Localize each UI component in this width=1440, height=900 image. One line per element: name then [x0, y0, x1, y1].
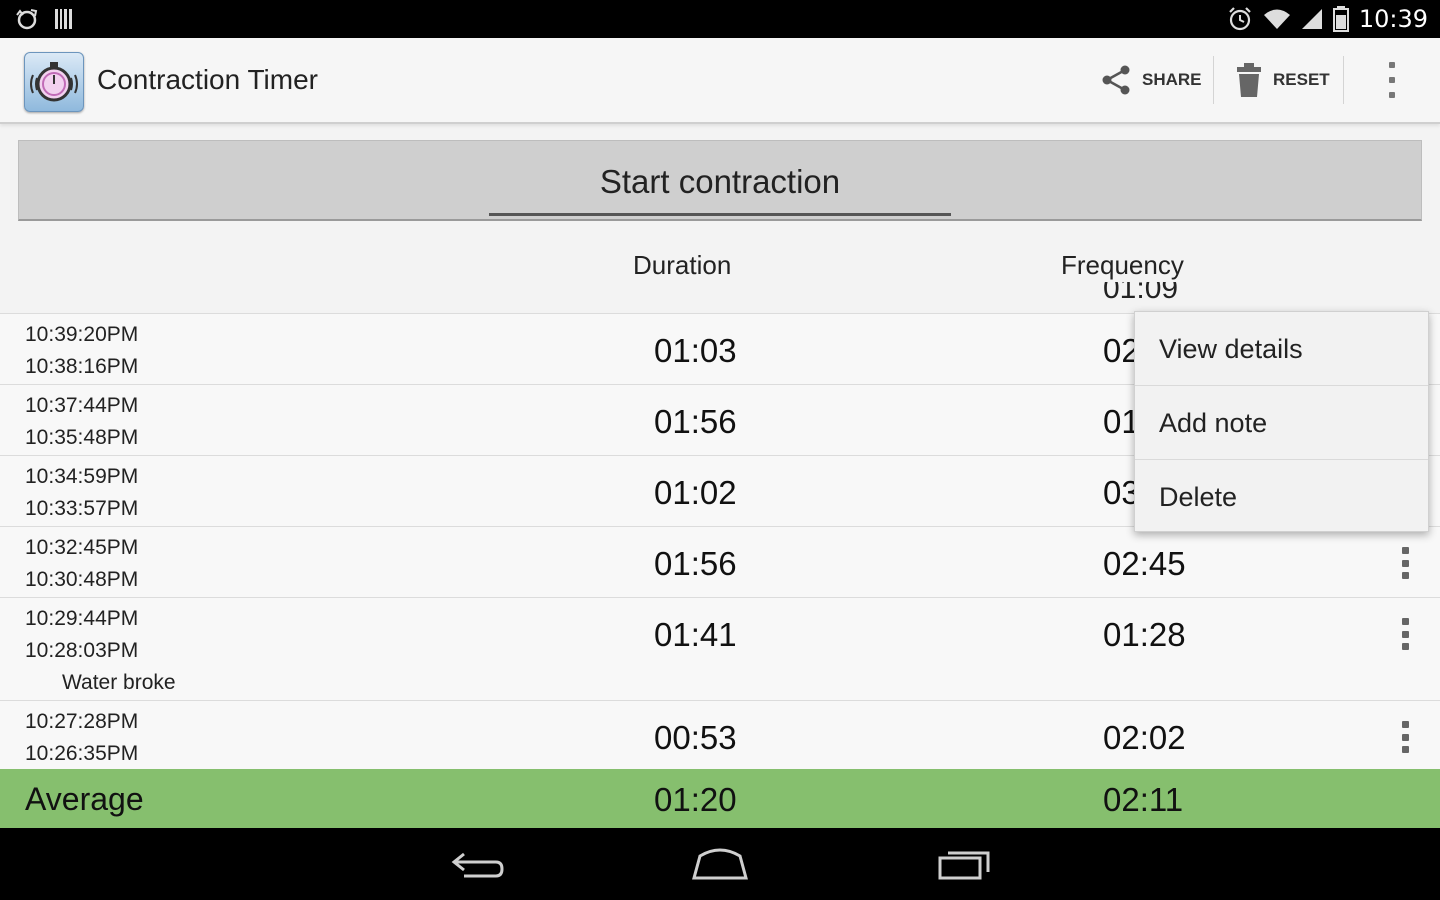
navigation-bar: [0, 828, 1440, 900]
duration-value: 01:02: [654, 474, 737, 511]
table-row[interactable]: 10:27:28PM 10:26:35PM 00:53 02:02: [0, 700, 1440, 771]
signal-icon: [1301, 9, 1322, 29]
trash-icon: [1237, 63, 1261, 97]
end-time: 10:32:45PM: [25, 536, 139, 559]
duration-value: 00:53: [654, 719, 737, 756]
share-button[interactable]: SHARE: [1100, 38, 1202, 122]
battery-icon: [1332, 6, 1349, 32]
end-time: 10:37:44PM: [25, 394, 139, 417]
action-divider: [1213, 56, 1214, 104]
start-time: 10:30:48PM: [25, 568, 139, 591]
partial-frequency-value: 01:09: [1103, 282, 1179, 304]
action-divider: [1343, 56, 1344, 104]
status-clock: 10:39: [1358, 5, 1428, 33]
average-label: Average: [25, 781, 144, 817]
start-time: 10:38:16PM: [25, 355, 139, 378]
menu-item-add-note[interactable]: Add note: [1135, 386, 1428, 460]
end-time: 10:27:28PM: [25, 710, 139, 733]
end-time: 10:39:20PM: [25, 323, 139, 346]
barcode-icon: [55, 9, 72, 29]
frequency-value: 02:45: [1103, 545, 1186, 582]
end-time: 10:34:59PM: [25, 465, 139, 488]
duration-value: 01:03: [654, 332, 737, 369]
start-time: 10:28:03PM: [25, 639, 139, 662]
back-icon[interactable]: [448, 844, 506, 884]
table-row[interactable]: 10:29:44PM 10:28:03PM 01:41 01:28 Water …: [0, 597, 1440, 700]
start-time: 10:26:35PM: [25, 742, 139, 765]
frequency-value: 02:02: [1103, 719, 1186, 756]
row-menu-icon[interactable]: [1399, 618, 1411, 650]
app-title: Contraction Timer: [97, 64, 318, 95]
reset-button[interactable]: RESET: [1235, 38, 1330, 122]
average-frequency: 02:11: [1103, 781, 1184, 818]
duration-value: 01:41: [654, 616, 737, 653]
row-menu-icon[interactable]: [1399, 721, 1411, 753]
start-time: 10:35:48PM: [25, 426, 139, 449]
start-button-underline: [489, 213, 951, 216]
menu-item-delete[interactable]: Delete: [1135, 460, 1428, 533]
average-duration: 01:20: [654, 781, 737, 818]
average-row: Average 01:20 02:11: [0, 769, 1440, 828]
frequency-header: Frequency: [1061, 250, 1184, 280]
duration-header: Duration: [633, 250, 732, 280]
app-logo-icon[interactable]: [24, 52, 84, 112]
frequency-value: 01:28: [1103, 616, 1186, 653]
duration-value: 01:56: [654, 545, 737, 582]
start-contraction-button[interactable]: Start contraction: [18, 140, 1422, 221]
share-icon: [1102, 65, 1130, 95]
sync-icon: [16, 9, 38, 30]
menu-item-view-details[interactable]: View details: [1135, 312, 1428, 386]
contraction-note: Water broke: [62, 671, 176, 694]
duration-value: 01:56: [654, 403, 737, 440]
wifi-icon: [1263, 9, 1290, 29]
row-menu-icon[interactable]: [1399, 547, 1411, 579]
table-row[interactable]: 10:32:45PM 10:30:48PM 01:56 02:45: [0, 526, 1440, 597]
alarm-icon: [1229, 7, 1251, 31]
start-contraction-label: Start contraction: [599, 163, 841, 200]
action-bar: Contraction Timer SHARE RESET: [0, 38, 1440, 124]
recent-apps-icon[interactable]: [936, 844, 994, 884]
row-popup-menu: View details Add note Delete: [1134, 311, 1429, 532]
status-bar: 10:39: [0, 0, 1440, 38]
home-icon[interactable]: [690, 844, 750, 884]
reset-label: RESET: [1273, 70, 1330, 89]
overflow-menu-icon[interactable]: [1380, 62, 1404, 98]
end-time: 10:29:44PM: [25, 607, 139, 630]
start-time: 10:33:57PM: [25, 497, 139, 520]
share-label: SHARE: [1142, 70, 1202, 89]
